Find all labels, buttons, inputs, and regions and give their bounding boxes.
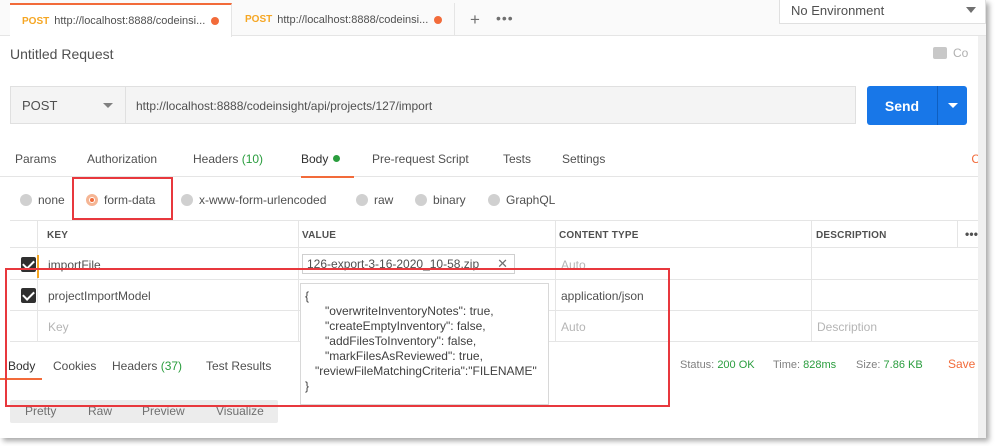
chevron-down-icon [103,103,113,108]
radio-label: GraphQL [506,193,556,207]
comments-label: Co [953,46,969,60]
table-header: KEY VALUE CONTENT TYPE DESCRIPTION ••• [10,220,986,248]
radio-raw[interactable]: raw [356,193,393,207]
radio-label: x-www-form-urlencoded [199,193,327,207]
status-label: Status: [680,359,715,371]
more-columns-icon[interactable]: ••• [965,227,978,241]
radio-circle-icon [181,194,193,206]
tab-authorization[interactable]: Authorization [87,152,157,166]
tab-body[interactable]: Body [301,152,355,178]
chevron-down-icon [948,103,958,108]
highlight-form-data [72,177,173,220]
time-readout: Time: 828ms [773,359,836,371]
tab-params[interactable]: Params [15,152,56,166]
col-value: VALUE [302,230,337,241]
size-value: 7.86 KB [883,359,923,371]
tab-url: http://localhost:8888/codeinsi... [277,13,429,26]
column-divider [957,220,958,248]
vertical-scrollbar[interactable] [978,36,986,438]
request-title[interactable]: Untitled Request [10,46,114,62]
tab-method: POST [245,14,273,25]
time-value: 828ms [803,359,837,371]
request-tab-1[interactable]: POST http://localhost:8888/codeinsi... [10,3,232,37]
highlight-project-import-model [5,268,670,407]
request-tabs: Params Authorization Headers (10) Body P… [0,145,986,178]
comment-icon [933,47,947,59]
unsaved-dot-icon [434,15,443,24]
radio-circle-icon [415,194,427,206]
radio-label: raw [374,193,394,207]
time-label: Time: [773,359,801,371]
col-content-type: CONTENT TYPE [559,230,639,241]
radio-graphql[interactable]: GraphQL [488,193,555,207]
environment-select[interactable]: No Environment [779,0,986,24]
new-description-input[interactable]: Description [817,320,877,334]
chevron-down-icon [966,7,976,13]
unsaved-dot-icon [211,17,220,25]
status-readout: Status: 200 OK [680,359,755,371]
radio-circle-icon [356,194,368,206]
tab-headers-label: Headers [193,152,239,166]
environment-value: No Environment [791,3,885,18]
radio-none[interactable]: none [20,193,65,207]
more-tabs-icon[interactable]: ••• [496,10,514,26]
tab-url: http://localhost:8888/codeinsi... [54,15,206,27]
send-options-button[interactable] [937,86,967,125]
url-input[interactable]: http://localhost:8888/codeinsight/api/pr… [125,86,856,124]
radio-circle-icon [20,194,32,206]
comments-button[interactable]: Co [933,46,968,60]
request-tab-bar: POST http://localhost:8888/codeinsi... P… [0,0,986,37]
tab-tests[interactable]: Tests [503,152,531,166]
col-description: DESCRIPTION [816,230,887,241]
save-response-button[interactable]: Save [948,357,975,371]
size-readout: Size: 7.86 KB [856,359,923,371]
radio-binary[interactable]: binary [415,193,466,207]
new-tab-plus-icon[interactable]: + [470,10,480,30]
tab-body-label: Body [301,152,329,166]
tab-prerequest-script[interactable]: Pre-request Script [372,152,469,166]
body-indicator-dot-icon [333,155,341,162]
postman-window: POST http://localhost:8888/codeinsi... P… [0,0,986,438]
tab-settings[interactable]: Settings [562,152,605,166]
radio-label: binary [433,193,466,207]
radio-circle-icon [488,194,500,206]
radio-x-www-form-urlencoded[interactable]: x-www-form-urlencoded [181,193,326,207]
col-key: KEY [47,230,69,241]
send-button[interactable]: Send [867,86,937,125]
headers-count: (10) [241,152,264,166]
request-tab-2[interactable]: POST http://localhost:8888/codeinsi... [233,3,455,36]
method-select[interactable]: POST [10,86,125,124]
tab-headers[interactable]: Headers (10) [193,152,263,166]
status-value: 200 OK [717,359,755,371]
method-value: POST [22,98,58,113]
radio-label: none [38,193,65,207]
tab-method: POST [22,15,50,27]
size-label: Size: [856,359,881,371]
